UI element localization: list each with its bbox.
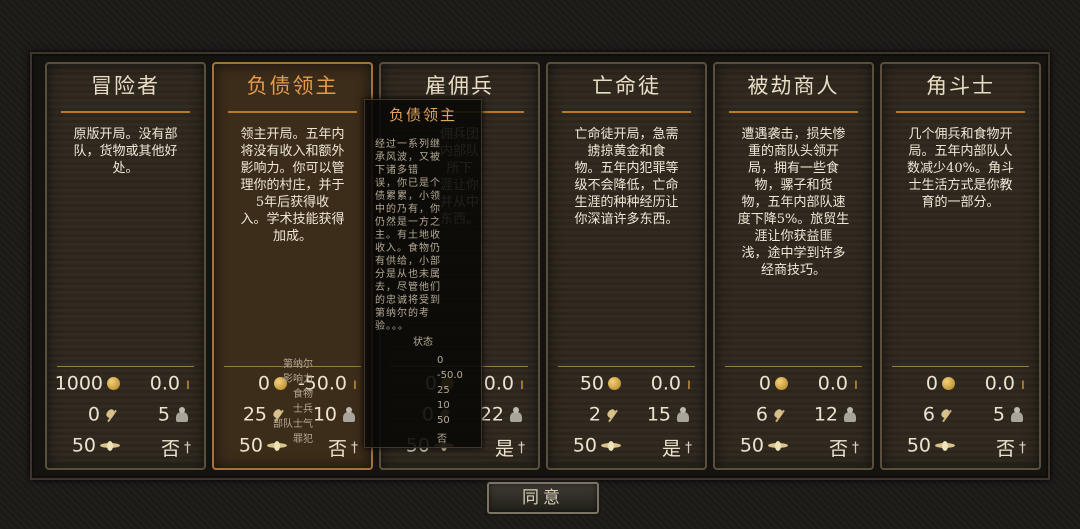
divider	[892, 366, 1029, 367]
card-title: 雇佣兵	[425, 74, 494, 98]
crime-stat: 是 †	[494, 438, 525, 460]
divider	[558, 366, 695, 367]
skill-stat: 50	[740, 434, 788, 458]
option-card-gladiator[interactable]: 角斗士 几个佣兵和食物开 局。五年内部队人 数减少40%。角斗 士生活方式是你教…	[880, 62, 1041, 470]
gold-stat: 0	[759, 372, 788, 396]
troops-icon	[675, 407, 691, 422]
card-description: 原版开局。没有部 队，货物或其他好 处。	[73, 127, 178, 176]
troops-icon	[842, 407, 858, 422]
card-stats: 0 0.0 ı 6 12 50 否 †	[715, 366, 872, 466]
influence-stat: 0.0 ı	[650, 372, 691, 395]
dagger-icon: †	[685, 439, 692, 456]
food-stat: 0	[88, 403, 120, 427]
tooltip-debt-lord: 负债领主 经过一系列继 承风波，又被 下诸多错 误，你已是个 债累累，小领 中的…	[273, 99, 482, 448]
divider	[61, 111, 190, 113]
card-description: 领主开局。五年内 将没有收入和额外 影响力。你可以管 理你的村庄，并于 5年后获…	[240, 127, 345, 244]
gold-icon	[608, 377, 621, 390]
card-title: 亡命徒	[592, 74, 661, 98]
troops-icon	[341, 407, 357, 422]
influence-icon: ı	[185, 374, 190, 393]
influence-stat: 0.0 ı	[817, 372, 858, 395]
card-title: 负债领主	[246, 74, 339, 98]
dagger-icon: †	[518, 439, 525, 456]
skill-stat: 50	[573, 434, 621, 458]
influence-stat: 0.0 ı	[984, 372, 1025, 395]
troops-icon	[1009, 407, 1025, 422]
tooltip-status-label: 状态	[413, 337, 433, 348]
troops-stat: 22	[480, 403, 524, 427]
troops-stat: 12	[814, 403, 858, 427]
influence-icon: ı	[853, 374, 858, 393]
skill-stat: 50	[72, 434, 120, 458]
divider	[562, 111, 691, 113]
card-title: 角斗士	[926, 74, 995, 98]
food-stat: 6	[923, 403, 955, 427]
card-title: 冒险者	[91, 74, 160, 98]
card-stats: 50 0.0 ı 2 15 50 是 †	[548, 366, 705, 466]
troops-stat: 5	[158, 403, 190, 427]
grain-icon	[939, 407, 955, 423]
tooltip-body: 经过一系列继 承风波，又被 下诸多错 误，你已是个 债累累，小领 中的乃有，你 …	[375, 139, 441, 332]
troops-stat: 10	[313, 403, 357, 427]
crime-stat: 否 †	[160, 438, 191, 460]
dagger-icon: †	[351, 439, 358, 456]
troops-icon	[174, 407, 190, 422]
wings-icon	[100, 440, 120, 451]
grain-icon	[104, 407, 120, 423]
influence-icon: ı	[686, 374, 691, 393]
troops-icon	[508, 407, 524, 422]
card-description: 遭遇袭击，损失惨 重的商队头领开 局，拥有一些食 物，骡子和货 物，五年内部队速…	[737, 127, 850, 278]
influence-stat: 0.0 ı	[483, 372, 524, 395]
gold-stat: 0	[926, 372, 955, 396]
crime-stat: 是 †	[661, 438, 692, 460]
grain-icon	[772, 407, 788, 423]
divider	[725, 366, 862, 367]
gold-icon	[775, 377, 788, 390]
food-stat: 2	[589, 403, 621, 427]
troops-stat: 5	[993, 403, 1025, 427]
gold-icon	[942, 377, 955, 390]
gold-icon	[107, 377, 120, 390]
option-card-robbed-merchant[interactable]: 被劫商人 遭遇袭击，损失惨 重的商队头领开 局，拥有一些食 物，骡子和货 物，五…	[713, 62, 874, 470]
dagger-icon: †	[184, 439, 191, 456]
grain-icon	[605, 407, 621, 423]
divider	[57, 366, 194, 367]
influence-icon: ı	[352, 374, 357, 393]
wings-icon	[768, 440, 788, 451]
option-card-outlaw[interactable]: 亡命徒 亡命徒开局，急需 掳掠黄金和食 物。五年内犯罪等 级不会降低，亡命 生涯…	[546, 62, 707, 470]
card-description: 几个佣兵和食物开 局。五年内部队人 数减少40%。角斗 士生活方式是你教 育的一…	[907, 127, 1014, 210]
agree-button[interactable]: 同意	[487, 482, 599, 514]
wings-icon	[601, 440, 621, 451]
crime-stat: 否 †	[995, 438, 1026, 460]
influence-icon: ı	[1020, 374, 1025, 393]
skill-stat: 50	[907, 434, 955, 458]
dagger-icon: †	[852, 439, 859, 456]
card-stats: 1000 0.0 ı 0 5 50 否 †	[47, 366, 204, 466]
divider	[896, 111, 1025, 113]
troops-stat: 15	[647, 403, 691, 427]
card-description: 亡命徒开局，急需 掳掠黄金和食 物。五年内犯罪等 级不会降低，亡命 生涯的种种经…	[574, 127, 679, 227]
influence-stat: 0.0 ı	[149, 372, 190, 395]
option-card-adventurer[interactable]: 冒险者 原版开局。没有部 队，货物或其他好 处。 1000 0.0 ı 0 5 5…	[45, 62, 206, 470]
wings-icon	[935, 440, 955, 451]
crime-stat: 否 †	[327, 438, 358, 460]
card-title: 被劫商人	[747, 74, 840, 98]
food-stat: 6	[756, 403, 788, 427]
influence-icon: ı	[519, 374, 524, 393]
gold-stat: 50	[580, 372, 621, 396]
card-stats: 0 0.0 ı 6 5 50 否 †	[882, 366, 1039, 466]
gold-stat: 1000	[55, 372, 120, 396]
dagger-icon: †	[1019, 439, 1026, 456]
crime-stat: 否 †	[828, 438, 859, 460]
tooltip-title: 负债领主	[388, 106, 457, 124]
divider	[729, 111, 858, 113]
divider	[228, 111, 357, 113]
